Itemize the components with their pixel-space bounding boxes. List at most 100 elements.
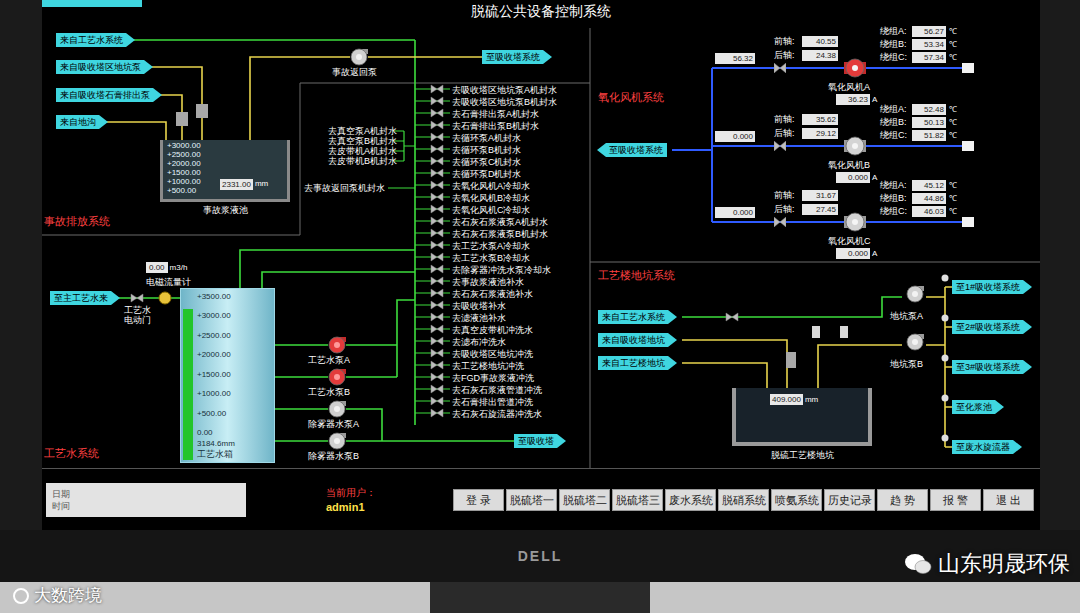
consumer-item: 去FGD事故浆液冲洗 (452, 372, 557, 384)
flowmeter-label: 电磁流量计 (146, 277, 191, 288)
pump-icon[interactable] (328, 368, 346, 386)
user-name: admin1 (326, 500, 365, 514)
current-value: 0.000 (836, 172, 870, 183)
winding-value: 56.27 (912, 26, 946, 37)
tank-reading: 2331.00mm (220, 178, 268, 190)
tank-label: 事故浆液池 (160, 205, 290, 216)
consumer-item: 去石膏排出管道冲洗 (452, 396, 557, 408)
monitor-bezel-left (0, 0, 42, 530)
pump-label: 事故返回泵 (332, 67, 377, 78)
desk-area (0, 582, 1080, 613)
bearing-label: 前轴: (774, 190, 795, 201)
consumer-item: 去事故返回泵机封水 (304, 183, 385, 193)
fan-icon[interactable] (843, 134, 867, 158)
pump-label: 地坑泵B (890, 359, 923, 370)
winding-label: 绕组B: (880, 117, 907, 128)
process-canvas: 脱硫公共设备控制系统来自工艺水系统来自吸收塔区地坑泵来自吸收塔石膏排出泵来自地沟… (42, 0, 1040, 468)
consumer-item: 去石膏排出泵B机封水 (452, 120, 557, 132)
pump-icon[interactable] (328, 400, 346, 418)
bottom-bar: 日期时间当前用户：admin1登 录脱硫塔一脱硫塔二脱硫塔三废水系统脱硝系统喷氨… (42, 468, 1040, 530)
winding-value: 51.82 (912, 130, 946, 141)
destination-arrow: 至1#吸收塔系统 (952, 280, 1032, 294)
scale-label: +500.00 (197, 409, 274, 418)
consumer-item: 去除雾器冲洗水泵冷却水 (452, 264, 557, 276)
hmi-screen: 脱硫公共设备控制系统来自工艺水系统来自吸收塔区地坑泵来自吸收塔石膏排出泵来自地沟… (42, 0, 1040, 530)
pump-icon[interactable] (906, 333, 924, 351)
fan-icon[interactable] (843, 56, 867, 80)
consumer-item: 去滤布冲洗水 (452, 336, 557, 348)
fan-label: 氧化风机C (828, 236, 871, 247)
valve-icon[interactable] (774, 217, 786, 227)
nav-button[interactable]: 废水系统 (665, 489, 716, 511)
pit-label: 脱硫工艺楼地坑 (732, 450, 872, 461)
source-arrow: 来自地沟 (56, 115, 108, 129)
nav-button[interactable]: 历史记录 (824, 489, 875, 511)
top-tab (42, 0, 142, 7)
monitor-bezel-right (1040, 0, 1080, 530)
tank-level-bar (183, 309, 193, 460)
consumer-item: 去工艺水泵A冷却水 (452, 240, 557, 252)
destination-arrow: 至废水旋流器 (952, 440, 1022, 454)
pressure-value: 0.000 (715, 131, 755, 142)
winding-label: 绕组A: (880, 104, 907, 115)
consumer-item: 去吸收塔区地坑泵A机封水 (452, 84, 557, 96)
oxidation-fan: 56.32前轴:40.55后轴:24.38氧化风机A36.23A绕组A:56.2… (712, 26, 976, 108)
flow-reading: 0.00m3/h (146, 262, 187, 273)
winding-value: 52.48 (912, 104, 946, 115)
flowmeter-icon (158, 291, 172, 305)
nav-button[interactable]: 脱硝系统 (718, 489, 769, 511)
consumer-item: 去循环泵C机封水 (452, 156, 557, 168)
temp-unit: ℃ (949, 117, 957, 128)
nav-button[interactable]: 脱硫塔三 (612, 489, 663, 511)
winding-value: 46.03 (912, 206, 946, 217)
bearing-value: 31.67 (802, 190, 838, 201)
nav-button[interactable]: 趋 势 (877, 489, 928, 511)
scale-label: +2500.00 (167, 150, 287, 159)
photo-frame: 脱硫公共设备控制系统来自工艺水系统来自吸收塔区地坑泵来自吸收塔石膏排出泵来自地沟… (0, 0, 1080, 613)
scale-label: +2000.00 (167, 159, 287, 168)
nav-button[interactable]: 脱硫塔一 (506, 489, 557, 511)
status-box (962, 217, 974, 227)
consumer-list: 去吸收塔区地坑泵A机封水去吸收塔区地坑泵B机封水去石膏排出泵A机封水去石膏排出泵… (452, 84, 557, 420)
nav-buttons: 登 录脱硫塔一脱硫塔二脱硫塔三废水系统脱硝系统喷氨系统历史记录趋 势报 警退 出 (453, 489, 1034, 511)
scale-label: +3500.00 (197, 292, 274, 301)
destination-arrow: 至2#吸收塔系统 (952, 320, 1032, 334)
watermark-logo-icon (12, 587, 30, 605)
pump-icon[interactable] (328, 336, 346, 354)
fan-icon[interactable] (843, 210, 867, 234)
current-unit: A (872, 172, 877, 183)
consumer-item: 去循环泵A机封水 (452, 132, 557, 144)
bearing-value: 29.12 (802, 128, 838, 139)
pressure-value: 0.000 (715, 207, 755, 218)
pump-label: 工艺水泵A (308, 355, 350, 366)
pump-icon[interactable] (350, 48, 368, 66)
winding-value: 53.34 (912, 39, 946, 50)
winding-value: 50.13 (912, 117, 946, 128)
tank-label: 工艺水箱 (181, 449, 274, 462)
consumer-item: 去皮带机B机封水 (328, 156, 397, 166)
consumer-item: 去真空泵A机封水 (328, 126, 397, 136)
fan-label: 氧化风机A (828, 82, 870, 93)
pump-icon[interactable] (328, 432, 346, 450)
pump-label: 工艺水泵B (308, 387, 350, 398)
bearing-label: 前轴: (774, 36, 795, 47)
nav-button[interactable]: 登 录 (453, 489, 504, 511)
nav-button[interactable]: 喷氨系统 (771, 489, 822, 511)
section-label: 事故排放系统 (44, 214, 110, 228)
nav-button[interactable]: 退 出 (983, 489, 1034, 511)
watermark: 山东明晟环保 (904, 550, 1070, 578)
valve-icon[interactable] (774, 63, 786, 73)
consumer-item: 去石灰石浆液泵B机封水 (452, 228, 557, 240)
scale-label: +2000.00 (197, 350, 274, 359)
consumer-item: 去事故浆液池补水 (452, 276, 557, 288)
pump-icon[interactable] (906, 285, 924, 303)
nav-button[interactable]: 报 警 (930, 489, 981, 511)
temp-unit: ℃ (949, 193, 957, 204)
valve-icon[interactable] (774, 141, 786, 151)
source-arrow: 来自吸收塔区地坑泵 (56, 60, 153, 74)
nav-button[interactable]: 脱硫塔二 (559, 489, 610, 511)
oxidation-fan: 0.000前轴:35.62后轴:29.12氧化风机B0.000A绕组A:52.4… (712, 104, 976, 186)
destination-arrow: 至化浆池 (952, 400, 1004, 414)
pressure-value: 56.32 (715, 53, 755, 64)
accident-tank: +3000.00+2500.00+2000.00+1500.00+1000.00… (160, 140, 290, 202)
